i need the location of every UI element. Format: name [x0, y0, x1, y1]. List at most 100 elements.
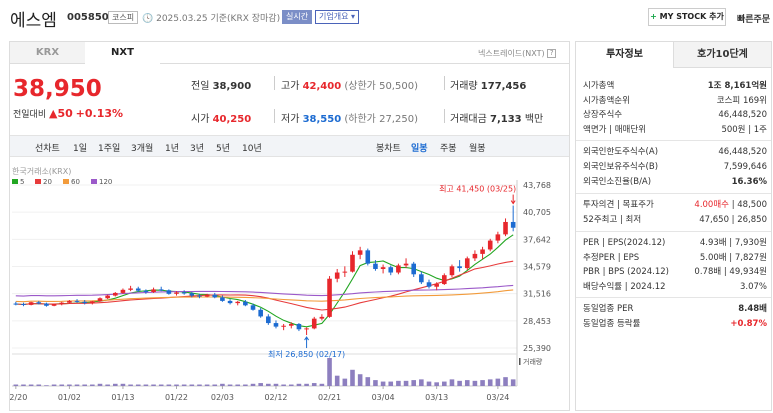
- low-value: 38,550: [302, 114, 342, 125]
- quick-order-button[interactable]: 빠른주문: [737, 12, 770, 25]
- volume-bar: [235, 384, 241, 386]
- volume-bar: [243, 384, 248, 386]
- stock-name: 에스엠: [10, 11, 57, 31]
- candle: [449, 266, 455, 276]
- invest-row-label: 상장주식수: [583, 110, 623, 120]
- volume-bar: [158, 384, 164, 386]
- invest-value-text: +0.87%: [730, 319, 767, 329]
- row-divider: [576, 297, 771, 298]
- divider: [274, 76, 275, 90]
- amount-label: 거래대금: [450, 114, 487, 125]
- price-chart[interactable]: 한국거래소(KRX) 5 20 60 120 43,76840,70537,64234…: [10, 160, 569, 411]
- invest-value-text: 4.93배 | 7,930원: [699, 238, 767, 248]
- high-label: 고가: [281, 81, 300, 92]
- weekly-candle-tab[interactable]: 주봉: [440, 141, 457, 154]
- ma-line: [15, 284, 514, 297]
- change-label: 전일대비: [13, 110, 47, 120]
- invest-row: 상장주식수 46,448,520: [583, 109, 767, 121]
- divider: [274, 109, 275, 123]
- volume-bar: [296, 383, 302, 386]
- volume-bar: [135, 384, 141, 386]
- tab-orderbook[interactable]: 호가10단계: [674, 42, 771, 68]
- volume-axis-marker: [519, 358, 521, 365]
- period-3y[interactable]: 3년: [190, 141, 204, 154]
- invest-row-value: 4.00매수 | 48,500: [694, 199, 767, 211]
- invest-row-value: 0.78배 | 49,934원: [694, 266, 767, 278]
- candle: [495, 234, 501, 241]
- candle: [327, 278, 332, 317]
- tab-invest-info[interactable]: 투자정보: [576, 42, 674, 68]
- period-10y[interactable]: 10년: [242, 141, 262, 154]
- volume-bar: [373, 380, 378, 386]
- invest-row-value: 47,650 | 26,850: [699, 214, 767, 226]
- y-tick-label: 31,516: [523, 290, 551, 299]
- volume-bar: [97, 383, 103, 386]
- invest-row-value: 500원 | 1주: [721, 124, 767, 136]
- help-icon[interactable]: ?: [547, 49, 557, 58]
- period-line-chart[interactable]: 선차트: [35, 141, 60, 154]
- volume: 거래량 177,456: [450, 77, 526, 92]
- exchange-tabs: KRX NXT: [10, 42, 160, 64]
- invest-row: 액면가 | 매매단위 500원 | 1주: [583, 124, 767, 136]
- invest-row: 동일업종 등락률 +0.87%: [583, 318, 767, 330]
- invest-row-label: 동일업종 PER: [583, 304, 634, 314]
- volume-bar: [44, 385, 49, 386]
- invest-row: 동일업종 PER 8.48배: [583, 303, 767, 315]
- candle: [296, 323, 302, 330]
- period-1y[interactable]: 1년: [165, 141, 179, 154]
- volume-bar: [495, 378, 501, 386]
- ma-legend-swatch: [63, 179, 69, 184]
- clock-icon: 🕓: [142, 14, 154, 24]
- daily-candle-tab[interactable]: 일봉: [411, 141, 428, 154]
- period-5y[interactable]: 5년: [216, 141, 230, 154]
- volume-bar: [220, 383, 225, 386]
- volume-bar: [204, 384, 210, 386]
- invest-row-value: 46,448,520: [718, 146, 767, 158]
- monthly-candle-tab[interactable]: 월봉: [469, 141, 486, 154]
- volume-bar: [227, 384, 233, 386]
- plus-icon: +: [650, 12, 657, 21]
- x-tick-label: 01/02: [58, 393, 81, 402]
- candle-chart-tab[interactable]: 봉차트: [376, 141, 401, 154]
- volume-bar: [120, 383, 126, 386]
- ma-line: [15, 234, 514, 328]
- invest-row: 추정PER | EPS 5.00배 | 7,827원: [583, 252, 767, 264]
- volume-bar: [457, 380, 462, 386]
- volume-bar: [442, 381, 447, 386]
- volume-bar: [365, 377, 371, 386]
- low-price: 저가 38,550 (하한가 27,250): [281, 110, 418, 125]
- change-value: ▲50: [49, 107, 73, 120]
- open-value: 40,250: [212, 114, 252, 125]
- volume-bar: [449, 379, 455, 386]
- candle: [403, 263, 409, 266]
- period-3m[interactable]: 3개월: [131, 141, 153, 154]
- volume-bar: [434, 382, 439, 386]
- invest-value-text: 5.00배 | 7,827원: [699, 252, 767, 263]
- invest-row-label: 시가총액순위: [583, 95, 630, 106]
- realtime-badge[interactable]: 실시간: [282, 10, 313, 24]
- x-axis: 12/20 01/02 01/13 01/22 02/03 02/12 02/21 03/04…: [10, 386, 509, 402]
- period-1w[interactable]: 1주일: [98, 141, 120, 154]
- invest-row-value: 46,448,520: [718, 109, 767, 121]
- tab-nxt[interactable]: NXT: [85, 42, 160, 64]
- tab-krx[interactable]: KRX: [10, 42, 85, 64]
- candle: [334, 272, 340, 279]
- invest-row: 시가총액순위 코스피 169위: [583, 95, 767, 107]
- nextrade-text: 넥스트레이드(NXT): [478, 49, 545, 58]
- company-info-button[interactable]: 기업개요 ▾: [315, 10, 360, 24]
- period-1d[interactable]: 1일: [73, 141, 87, 154]
- volume-bar: [327, 358, 332, 386]
- candle: [288, 323, 294, 326]
- volume-bar: [51, 384, 57, 386]
- add-mystock-button[interactable]: + MY STOCK 추가: [648, 8, 726, 26]
- volume-bar: [472, 380, 478, 386]
- invest-value-text: 500원 | 1주: [721, 124, 767, 135]
- candle: [197, 295, 202, 297]
- y-axis: 43,768 40,705 37,642 34,579 31,516 28,453 25,3…: [523, 181, 551, 353]
- candle: [113, 292, 118, 296]
- volume-bar: [197, 384, 202, 386]
- volume-bar: [250, 383, 256, 386]
- invest-row-value: 8.48배: [738, 303, 767, 315]
- volume-bars: [13, 358, 516, 386]
- lower-value: 27,250): [379, 114, 418, 125]
